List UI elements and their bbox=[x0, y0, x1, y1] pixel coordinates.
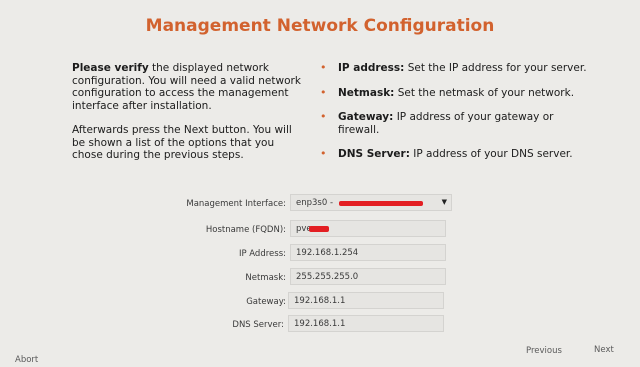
bullet-icon: • bbox=[320, 110, 327, 123]
ip-address-label: IP Address: bbox=[238, 249, 286, 259]
bullet-ip-address: • IP address: Set the IP address for your… bbox=[318, 61, 588, 75]
hostname-row: Hostname (FQDN): bbox=[0, 222, 286, 238]
dns-server-label: DNS Server: bbox=[232, 320, 284, 330]
dns-server-row: DNS Server: bbox=[0, 317, 284, 333]
bullet-dns-server: • DNS Server: IP address of your DNS serv… bbox=[318, 147, 588, 161]
page-title: Management Network Configuration bbox=[145, 16, 495, 36]
intro-paragraph-1: Please verify the displayed network conf… bbox=[72, 62, 304, 112]
next-button[interactable]: Next bbox=[594, 345, 614, 355]
intro-text: Please verify the displayed network conf… bbox=[72, 62, 304, 174]
netmask-label: Netmask: bbox=[245, 273, 286, 283]
bullet-gateway: • Gateway: IP address of your gateway or … bbox=[318, 110, 588, 136]
bullet-term: DNS Server: bbox=[338, 148, 410, 160]
intro-bold: Please verify bbox=[72, 62, 149, 74]
bullet-desc: Set the IP address for your server. bbox=[404, 62, 587, 74]
bullet-icon: • bbox=[320, 85, 327, 99]
ip-address-row: IP Address: bbox=[0, 246, 286, 262]
netmask-value: 255.255.255.0 bbox=[296, 272, 359, 282]
bullet-icon: • bbox=[320, 61, 327, 74]
management-interface-label: Management Interface: bbox=[186, 199, 286, 209]
gateway-label: Gateway: bbox=[246, 297, 286, 307]
hostname-input[interactable]: pve bbox=[290, 220, 446, 237]
bullet-icon: • bbox=[320, 147, 327, 160]
bullet-desc: IP address of your DNS server. bbox=[409, 148, 573, 160]
gateway-row: Gateway: bbox=[0, 294, 286, 310]
bullet-netmask: • Netmask: Set the netmask of your networ… bbox=[318, 85, 588, 100]
netmask-row: Netmask: bbox=[0, 270, 286, 286]
dns-server-input[interactable]: 192.168.1.1 bbox=[288, 315, 444, 332]
management-interface-value: enp3s0 - bbox=[296, 198, 334, 208]
hostname-label: Hostname (FQDN): bbox=[205, 225, 286, 235]
dns-server-value: 192.168.1.1 bbox=[294, 319, 346, 329]
gateway-input[interactable]: 192.168.1.1 bbox=[288, 292, 444, 309]
management-interface-select[interactable]: enp3s0 - ▼ bbox=[290, 194, 452, 211]
ip-address-input[interactable]: 192.168.1.254 bbox=[290, 244, 446, 261]
bullet-term: Gateway: bbox=[338, 111, 394, 123]
redaction-mark bbox=[339, 201, 423, 206]
intro-paragraph-2: Afterwards press the Next button. You wi… bbox=[72, 124, 292, 161]
help-bullet-list: • IP address: Set the IP address for your… bbox=[318, 61, 588, 173]
chevron-down-icon: ▼ bbox=[441, 198, 447, 206]
bullet-desc: Set the netmask of your network. bbox=[394, 86, 575, 99]
ip-address-value: 192.168.1.254 bbox=[296, 248, 359, 258]
bullet-term: Netmask: bbox=[338, 86, 395, 99]
bullet-term: IP address: bbox=[338, 62, 405, 74]
netmask-input[interactable]: 255.255.255.0 bbox=[290, 268, 446, 285]
previous-button[interactable]: Previous bbox=[526, 346, 562, 356]
gateway-value: 192.168.1.1 bbox=[294, 296, 346, 306]
abort-button[interactable]: Abort bbox=[15, 355, 38, 365]
management-interface-row: Management Interface: bbox=[0, 196, 286, 212]
redaction-mark bbox=[309, 226, 329, 232]
